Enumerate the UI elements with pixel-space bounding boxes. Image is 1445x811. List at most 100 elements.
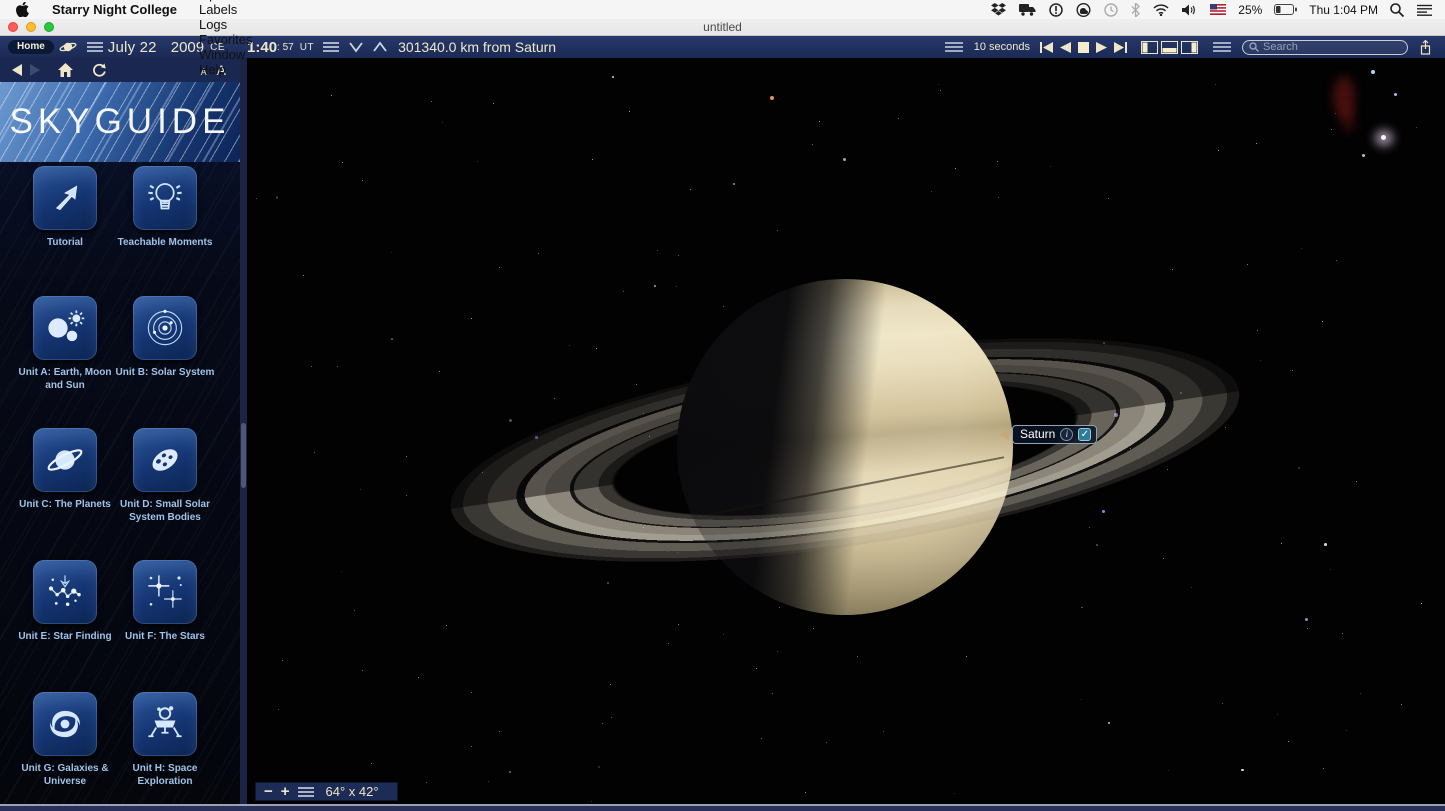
sidebar-tile-unit-b-solar-system[interactable]: Unit B: Solar System [110, 296, 220, 380]
home-button[interactable]: Home [8, 40, 54, 54]
menu-item-help[interactable]: Help [188, 62, 263, 77]
spotlight-search-icon[interactable] [1387, 3, 1407, 17]
sidebar-scrollbar[interactable] [241, 423, 246, 488]
star [1416, 127, 1417, 128]
tile-label: Unit C: The Planets [19, 499, 111, 512]
sidebar-tile-tutorial[interactable]: Tutorial [10, 166, 120, 250]
date-display[interactable]: July 22 [108, 39, 157, 56]
menu-item-labels[interactable]: Labels [188, 2, 263, 17]
sidebar-tile-unit-h-space-exploration[interactable]: Unit H: Space Exploration [110, 692, 220, 788]
saturn-label[interactable]: Saturn i ✓ [1012, 425, 1097, 444]
refresh-icon[interactable] [91, 63, 106, 78]
tile-label: Unit F: The Stars [125, 631, 205, 644]
star [1360, 693, 1361, 694]
star [431, 101, 432, 102]
time-step-value[interactable]: 10 seconds [974, 41, 1030, 53]
menu-bar-clock[interactable]: Thu 1:04 PM [1307, 3, 1380, 17]
creative-cloud-icon[interactable] [1073, 3, 1094, 17]
saturn-icon[interactable] [33, 428, 97, 492]
search-input[interactable]: Search [1242, 40, 1408, 55]
star [276, 196, 278, 198]
dropbox-icon[interactable] [988, 3, 1009, 17]
sidebar-tile-unit-a-earth-moon-and-sun[interactable]: Unit A: Earth, Moon and Sun [10, 296, 120, 392]
date-menu-icon[interactable] [82, 41, 108, 53]
star [596, 348, 597, 349]
timezone-display[interactable]: UT [300, 42, 314, 53]
star [690, 189, 691, 190]
star [812, 144, 813, 145]
galaxy-icon[interactable] [33, 692, 97, 756]
star [1257, 330, 1258, 331]
asteroid-icon[interactable] [133, 428, 197, 492]
skip-to-start-button[interactable] [1040, 42, 1053, 53]
panel-right-toggle[interactable] [1181, 41, 1198, 54]
star [610, 684, 611, 685]
time-menu-icon[interactable] [318, 41, 344, 53]
volume-icon[interactable] [1179, 4, 1200, 16]
time-flow-menu-icon[interactable] [940, 41, 968, 53]
tile-label: Teachable Moments [118, 237, 213, 250]
star [488, 781, 489, 782]
menu-item-app-name[interactable]: Starry Night College [41, 0, 188, 19]
time-machine-icon[interactable] [1101, 3, 1121, 17]
solar-system-icon[interactable] [133, 296, 197, 360]
us-flag-icon[interactable] [1207, 4, 1229, 15]
stop-button[interactable] [1078, 42, 1089, 53]
star [1172, 269, 1173, 270]
menu-item-window[interactable]: Window [188, 47, 263, 62]
forward-button[interactable] [30, 64, 40, 76]
home-icon[interactable] [58, 63, 73, 77]
fov-menu-icon[interactable] [298, 786, 314, 798]
sidebar-tile-unit-f-the-stars[interactable]: Unit F: The Stars [110, 560, 220, 644]
star [611, 717, 612, 718]
chevron-down-icon[interactable] [344, 41, 368, 53]
bluetooth-icon[interactable] [1128, 3, 1143, 17]
panel-left-toggle[interactable] [1141, 41, 1158, 54]
sky-viewport[interactable]: Saturn i ✓ − + 64° x 42° [247, 58, 1445, 804]
sidebar-tile-teachable-moments[interactable]: Teachable Moments [110, 166, 220, 250]
play-button[interactable] [1096, 42, 1107, 53]
skyguide-title: SKYGUIDE [10, 102, 231, 142]
menu-item-logs[interactable]: Logs [188, 17, 263, 32]
bright-star [1394, 93, 1397, 96]
notification-center-icon[interactable] [1414, 4, 1435, 16]
stars-icon[interactable] [133, 560, 197, 624]
menu-item-favorites[interactable]: Favorites [188, 32, 263, 47]
lunar-lander-icon[interactable] [133, 692, 197, 756]
sidebar-tile-unit-e-star-finding[interactable]: Unit E: Star Finding [10, 560, 120, 644]
sidebar-tile-unit-d-small-solar-system-bodies[interactable]: Unit D: Small Solar System Bodies [110, 428, 220, 524]
panel-bottom-toggle[interactable] [1161, 41, 1178, 54]
time-seconds[interactable]: : 57 [277, 42, 294, 53]
star [477, 161, 478, 162]
star [391, 338, 393, 340]
view-options-menu-icon[interactable] [1208, 41, 1236, 53]
star [362, 180, 363, 181]
step-back-button[interactable] [1060, 42, 1071, 53]
back-button[interactable] [12, 64, 22, 76]
star [1081, 607, 1083, 609]
sidebar-tile-unit-g-galaxies-universe[interactable]: Unit G: Galaxies & Universe [10, 692, 120, 788]
zoom-out-button[interactable]: − [264, 784, 273, 799]
battery-percent: 25% [1236, 3, 1264, 17]
chevron-up-icon[interactable] [368, 41, 392, 53]
skip-to-end-button[interactable] [1114, 42, 1127, 53]
constellation-arrow-icon[interactable] [33, 560, 97, 624]
zoom-in-button[interactable]: + [281, 784, 290, 799]
apple-icon[interactable] [0, 2, 41, 17]
star [940, 90, 941, 91]
viewing-location-icon[interactable] [54, 39, 82, 55]
star [406, 456, 407, 457]
star [569, 345, 570, 346]
delivery-truck-icon[interactable] [1016, 3, 1039, 16]
alert-circle-icon[interactable] [1046, 3, 1066, 17]
tile-label: Unit B: Solar System [116, 367, 215, 380]
lightbulb-icon[interactable] [133, 166, 197, 230]
sidebar-tile-unit-c-the-planets[interactable]: Unit C: The Planets [10, 428, 120, 512]
wifi-icon[interactable] [1150, 4, 1172, 16]
label-checkbox[interactable]: ✓ [1078, 428, 1091, 441]
earth-moon-sun-icon[interactable] [33, 296, 97, 360]
cursor-arrow-icon[interactable] [33, 166, 97, 230]
info-icon[interactable]: i [1060, 428, 1073, 441]
sidebar-divider [240, 58, 247, 804]
share-icon[interactable] [1414, 40, 1437, 55]
